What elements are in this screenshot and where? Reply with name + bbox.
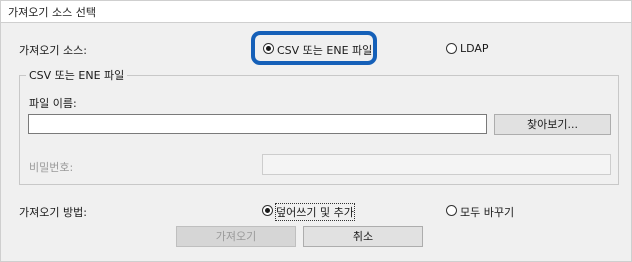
radio-ldap-label[interactable]: LDAP xyxy=(460,42,489,55)
import-source-label: 가져오기 소스: xyxy=(19,44,87,57)
radio-overwrite-add-label[interactable]: 덮어쓰기 및 추가 xyxy=(275,203,355,221)
cancel-button[interactable]: 취소 xyxy=(303,226,423,247)
filename-input[interactable] xyxy=(28,114,487,134)
password-input[interactable] xyxy=(262,154,611,175)
dialog-title: 가져오기 소스 선택 xyxy=(8,6,96,19)
import-method-label: 가져오기 방법: xyxy=(19,206,87,219)
radio-overwrite-add[interactable] xyxy=(262,205,273,216)
filename-label: 파일 이름: xyxy=(29,97,77,110)
groupbox-title: CSV 또는 ENE 파일 xyxy=(26,67,128,83)
radio-csv-ene[interactable] xyxy=(263,43,274,54)
radio-csv-ene-label[interactable]: CSV 또는 ENE 파일 xyxy=(277,42,372,58)
import-button[interactable]: 가져오기 xyxy=(176,226,296,247)
password-label: 비밀번호: xyxy=(29,161,74,174)
radio-ldap[interactable] xyxy=(446,43,457,54)
browse-button[interactable]: 찾아보기... xyxy=(494,114,611,135)
radio-replace-all[interactable] xyxy=(446,205,457,216)
radio-replace-all-label[interactable]: 모두 바꾸기 xyxy=(460,204,514,220)
